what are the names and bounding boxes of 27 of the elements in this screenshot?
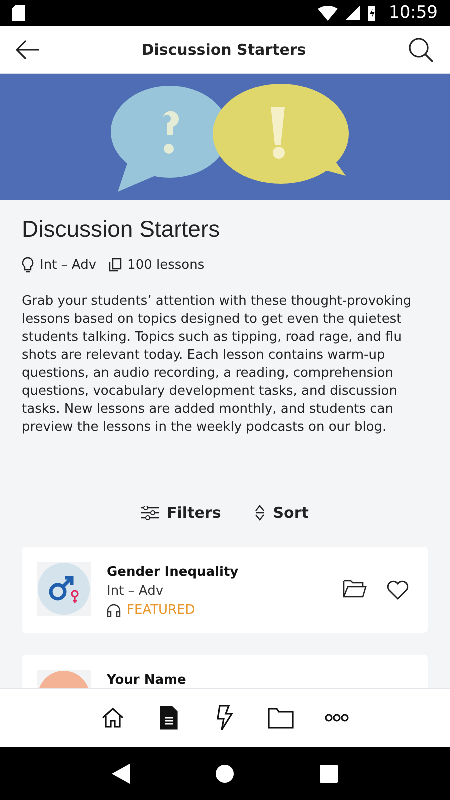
filters-button[interactable]: Filters [135, 503, 228, 523]
wifi-icon [318, 6, 338, 20]
featured-label: FEATURED [127, 603, 196, 618]
sort-icon [255, 505, 266, 521]
copy-icon [108, 258, 122, 272]
sliders-icon [141, 506, 160, 520]
battery-icon [368, 5, 377, 21]
lesson-card[interactable]: Gender Inequality Int – Adv FEATURED [22, 547, 428, 633]
back-nav-icon [112, 764, 130, 784]
lesson-level: Int – Adv [107, 584, 165, 599]
clock-time: 10:59 [389, 3, 438, 23]
headphones-icon [107, 604, 121, 617]
lesson-title: Gender Inequality [107, 565, 240, 580]
signal-icon [346, 6, 360, 20]
recents-nav-icon [320, 764, 338, 782]
course-title: Discussion Starters [22, 216, 222, 243]
lesson-thumbnail [37, 562, 91, 616]
screen-title: Discussion Starters [142, 40, 306, 58]
lesson-card[interactable]: Your Name [22, 655, 428, 688]
lesson-title: Your Name [107, 673, 188, 688]
sort-button[interactable]: Sort [249, 503, 315, 523]
lesson-count: 100 lessons [128, 258, 205, 272]
course-description: Grab your students’ attention with these thought-provoking lessons based on topics designed to get even the quietest students talking. Topics such as tipping, road rage, and flu shots are relevant today. Each lesson contains warm-up questions, an audio recording, a reading, comprehension questions, vocabulary development tasks, and discussion tasks. New lessons are added monthly, and students can preview the lessons in the weekly podcasts on our blog. [22, 293, 413, 437]
home-nav-icon [214, 764, 235, 784]
sd-card-icon [12, 5, 25, 21]
course-level: Int – Adv [40, 258, 97, 272]
lightbulb-icon [22, 257, 34, 273]
